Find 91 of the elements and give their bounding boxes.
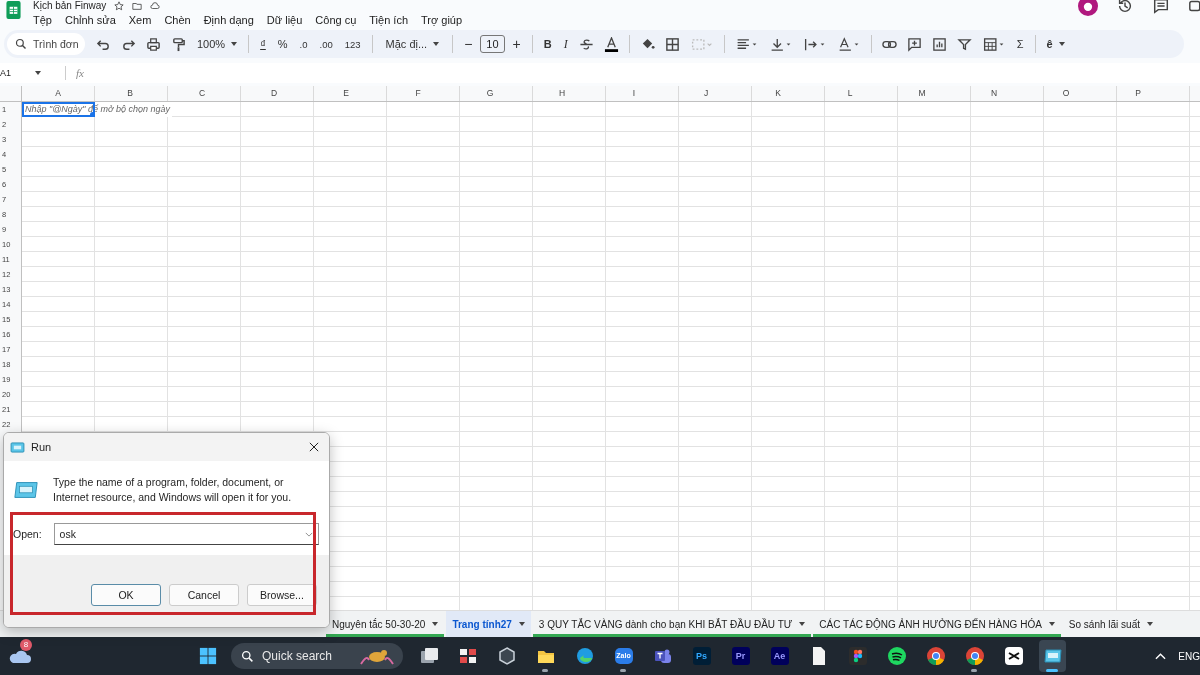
column-header[interactable]: K — [742, 86, 814, 101]
sheet-tab[interactable]: 3 QUY TẮC VÀNG dành cho bạn KHI BẮT ĐẦU ĐẦU TƯ — [532, 611, 812, 637]
column-header[interactable]: L — [814, 86, 886, 101]
chevron-down-icon[interactable] — [305, 531, 313, 537]
italic-button[interactable]: I — [559, 33, 572, 55]
menu-item[interactable]: Dữ liệu — [266, 13, 303, 27]
caret-icon — [35, 71, 41, 75]
increase-decimal-button[interactable]: .00 — [315, 33, 337, 55]
column-header[interactable]: M — [886, 86, 958, 101]
chrome-browser-icon[interactable] — [925, 646, 946, 666]
column-header[interactable]: C — [166, 86, 238, 101]
dialog-message: Type the name of a program, folder, document, or Internet resource, and Windows will open it for you. — [53, 475, 293, 505]
font-size-field[interactable]: 10 — [480, 35, 505, 53]
menu-item[interactable]: Tệp — [33, 13, 52, 27]
star-icon[interactable] — [114, 1, 125, 11]
column-header[interactable]: H — [526, 86, 598, 101]
menu-item[interactable]: Chỉnh sửa — [64, 13, 116, 27]
sheet-tab[interactable]: CÁC TÁC ĐỘNG ẢNH HƯỞNG ĐẾN HÀNG HÓA — [813, 611, 1061, 637]
open-combo-field[interactable]: osk — [53, 523, 319, 545]
percent-format-button[interactable]: % — [273, 33, 292, 55]
sheet-tab[interactable]: So sánh lãi suất — [1062, 611, 1159, 637]
column-header[interactable]: G — [454, 86, 526, 101]
task-view-icon[interactable] — [418, 646, 439, 666]
functions-button[interactable]: Σ — [1012, 33, 1028, 55]
hexagon-app-icon[interactable] — [496, 646, 517, 666]
menu-search-field[interactable]: Trình đơn — [7, 33, 85, 55]
run-app-icon[interactable] — [1042, 646, 1063, 666]
history-icon[interactable] — [1116, 0, 1134, 15]
avatar-icon[interactable] — [1078, 0, 1098, 16]
chrome-browser-icon[interactable] — [964, 646, 985, 666]
input-tools-dropdown[interactable]: ê — [1042, 33, 1069, 55]
photoshop-app-icon[interactable] — [691, 646, 712, 666]
column-header[interactable]: D — [238, 86, 310, 101]
capcut-app-icon[interactable] — [1003, 646, 1024, 666]
folder-icon[interactable] — [132, 1, 143, 11]
search-icon — [15, 38, 27, 50]
column-header[interactable]: O — [1030, 86, 1102, 101]
caret-icon — [1058, 42, 1065, 46]
run-icon — [13, 480, 39, 500]
document-title[interactable]: Kịch bản Finway — [33, 0, 107, 12]
search-icon — [241, 649, 254, 663]
currency-format-button[interactable]: ₫ — [256, 33, 270, 55]
comment-icon[interactable] — [1152, 0, 1170, 15]
sheets-logo-icon[interactable] — [5, 1, 22, 19]
column-header[interactable]: P — [1102, 86, 1174, 101]
column-header[interactable]: F — [382, 86, 454, 101]
sheet-tab[interactable]: Trang tính27 — [446, 611, 531, 637]
column-header[interactable]: N — [958, 86, 1030, 101]
bold-button[interactable]: B — [539, 33, 556, 55]
menu-item[interactable]: Chèn — [164, 13, 191, 27]
decrease-font-size-button[interactable]: − — [460, 33, 477, 55]
menu-item[interactable]: Trợ giúp — [421, 13, 463, 27]
after-effects-app-icon[interactable] — [769, 646, 790, 666]
column-header[interactable]: J — [670, 86, 742, 101]
dialog-button[interactable]: OK — [91, 584, 161, 606]
premiere-app-icon[interactable] — [730, 646, 751, 666]
windows-start-icon[interactable] — [199, 647, 217, 665]
run-app-icon — [10, 441, 25, 453]
number-format-button[interactable]: 123 — [340, 33, 365, 55]
increase-font-size-button[interactable]: + — [508, 33, 525, 55]
open-label: Open: — [13, 528, 42, 540]
chevron-up-icon[interactable] — [1155, 652, 1167, 660]
dialog-button[interactable]: Cancel — [169, 584, 239, 606]
active-app-highlight[interactable] — [1039, 640, 1066, 672]
caret-icon — [433, 42, 440, 46]
menu-item[interactable]: Định dạng — [203, 13, 254, 27]
cloud-icon[interactable] — [150, 1, 161, 11]
dialog-title: Run — [31, 441, 52, 453]
font-dropdown[interactable]: Mặc đị... — [379, 33, 446, 55]
zoom-dropdown[interactable]: 100% — [193, 33, 242, 55]
name-box[interactable]: A1 — [0, 68, 60, 78]
column-header[interactable]: I — [598, 86, 670, 101]
menu-item[interactable]: Công cụ — [315, 13, 357, 27]
figma-app-icon[interactable] — [847, 646, 868, 666]
edge-browser-icon[interactable] — [574, 646, 595, 666]
column-header[interactable]: E — [310, 86, 382, 101]
taskbar-search-field[interactable]: Quick search — [231, 643, 403, 669]
spotify-app-icon[interactable] — [886, 646, 907, 666]
zalo-app-icon[interactable] — [613, 646, 634, 666]
language-indicator[interactable]: ENG — [1178, 650, 1200, 662]
decrease-decimal-button[interactable]: .0 — [295, 33, 312, 55]
menu-item[interactable]: Xem — [128, 13, 152, 27]
formula-label: fx — [76, 67, 84, 79]
dialog-button[interactable]: Browse... — [247, 584, 317, 606]
notification-badge: 8 — [20, 639, 32, 651]
menu-item[interactable]: Tiện ích — [369, 13, 409, 27]
caret-icon — [231, 42, 238, 46]
column-header[interactable]: B — [94, 86, 166, 101]
close-icon[interactable] — [309, 442, 319, 452]
tiles-app-icon[interactable] — [457, 646, 478, 666]
column-header[interactable]: A — [22, 86, 94, 101]
